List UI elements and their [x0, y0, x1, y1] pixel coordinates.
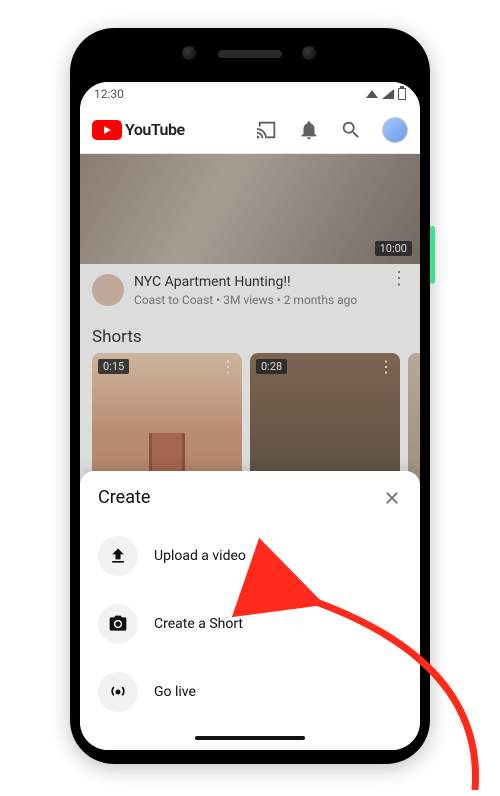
sheet-item-label: Upload a video	[154, 548, 246, 564]
upload-video-item[interactable]: Upload a video	[98, 522, 402, 590]
sheet-item-label: Create a Short	[154, 616, 243, 632]
camera-icon	[98, 604, 138, 644]
create-sheet: Create Upload a video Create a Short	[80, 471, 420, 750]
power-button	[430, 226, 435, 284]
sheet-title: Create	[98, 487, 150, 508]
live-icon	[98, 672, 138, 712]
signal-icon	[382, 89, 394, 99]
video-duration: 10:00	[375, 241, 412, 256]
bell-icon[interactable]	[298, 119, 320, 141]
video-subtitle: Coast to Coast • 3M views • 2 months ago	[134, 293, 380, 307]
cast-icon[interactable]	[256, 119, 278, 141]
short-more-icon[interactable]: ⋮	[378, 357, 394, 376]
search-icon[interactable]	[340, 119, 362, 141]
app-header: YouTube	[80, 106, 420, 154]
youtube-logo[interactable]: YouTube	[92, 120, 185, 140]
short-duration: 0:28	[256, 359, 287, 374]
video-thumbnail[interactable]: 10:00	[80, 154, 420, 264]
profile-avatar[interactable]	[382, 117, 408, 143]
youtube-wordmark: YouTube	[125, 120, 185, 139]
video-title: NYC Apartment Hunting!!	[134, 274, 380, 291]
go-live-item[interactable]: Go live	[98, 658, 402, 726]
battery-icon	[398, 88, 406, 100]
front-camera-icon	[302, 46, 316, 60]
video-more-icon[interactable]: ⋮	[390, 274, 408, 284]
upload-icon	[98, 536, 138, 576]
content-area: 10:00 NYC Apartment Hunting!! Coast to C…	[80, 154, 420, 750]
screen: 12:30 YouTube 10:00	[80, 82, 420, 750]
sheet-item-label: Go live	[154, 684, 196, 700]
youtube-play-icon	[92, 120, 122, 140]
front-camera-icon	[182, 46, 196, 60]
status-time: 12:30	[94, 87, 124, 101]
video-card[interactable]: 10:00 NYC Apartment Hunting!! Coast to C…	[80, 154, 420, 317]
shorts-heading: Shorts	[80, 317, 420, 353]
close-icon[interactable]	[382, 488, 402, 508]
phone-frame: 12:30 YouTube 10:00	[70, 28, 430, 764]
wifi-icon	[366, 90, 378, 98]
status-bar: 12:30	[80, 82, 420, 106]
channel-avatar[interactable]	[92, 274, 124, 306]
create-short-item[interactable]: Create a Short	[98, 590, 402, 658]
home-indicator	[195, 736, 305, 740]
short-duration: 0:15	[98, 359, 129, 374]
short-more-icon[interactable]: ⋮	[220, 357, 236, 376]
